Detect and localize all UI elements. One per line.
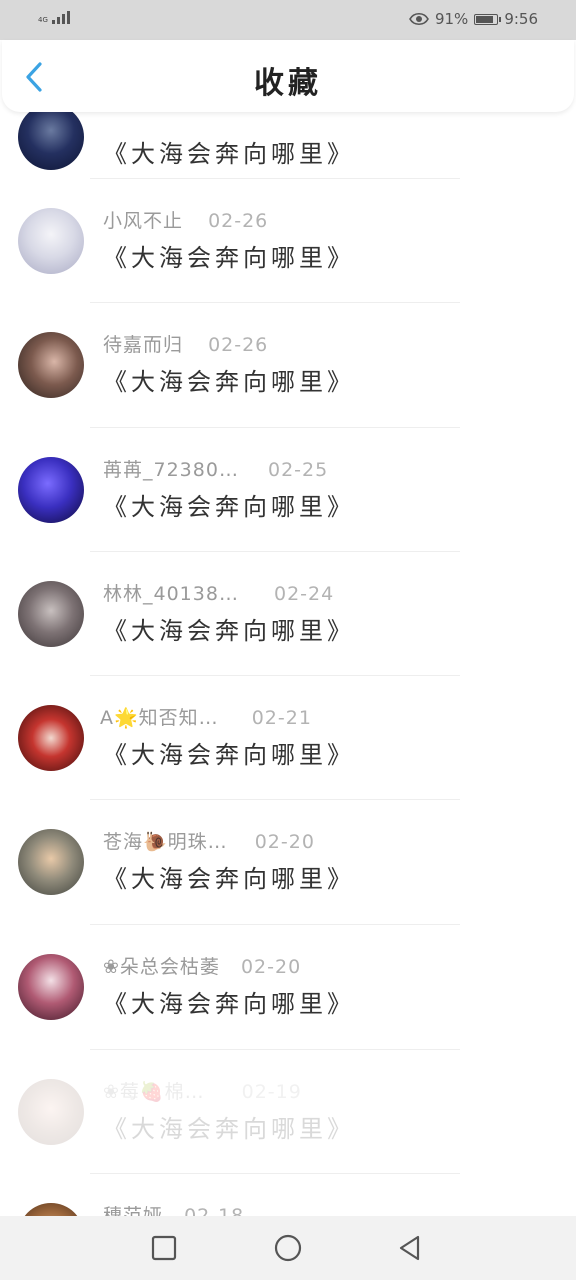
avatar[interactable] [18,705,84,771]
list-item[interactable]: 待嘉而归 02-26 《大海会奔向哪里》 [0,302,576,426]
post-title: 《大海会奔向哪里》 [103,617,355,645]
avatar[interactable] [18,829,84,895]
item-meta: ❀朵总会枯萎 02-20 [103,952,301,979]
signal-indicator: 4G [38,11,70,24]
avatar[interactable] [18,104,84,170]
signal-bar [66,11,70,24]
back-nav-button[interactable] [394,1232,426,1264]
item-meta: A🌟知否知… 02-21 [100,703,312,730]
favorites-list[interactable]: 《大海会奔向哪里》 小风不止 02-26 《大海会奔向哪里》 待嘉而归 02-2… [0,0,576,1216]
post-title: 《大海会奔向哪里》 [103,865,355,893]
triangle-back-icon [399,1235,420,1261]
post-title: 《大海会奔向哪里》 [103,493,355,521]
item-meta: ❀莓🍓棉… 02-19 [103,1077,302,1104]
post-date: 02-20 [240,956,302,978]
post-date: 02-24 [274,583,335,605]
author-name[interactable]: ❀朵总会枯萎 [103,952,220,979]
author-name[interactable]: 小风不止 [103,206,183,233]
author-name[interactable]: 苍海🐌明珠… [103,827,228,854]
post-date: 02-21 [251,707,312,729]
post-title: 《大海会奔向哪里》 [103,140,355,168]
recents-button[interactable] [148,1232,180,1264]
post-date: 02-26 [208,334,269,356]
eye-icon [409,12,429,26]
page-title: 收藏 [254,66,322,101]
list-item[interactable]: ❀莓🍓棉… 02-19 《大海会奔向哪里》 [0,1049,576,1173]
post-title: 《大海会奔向哪里》 [103,990,355,1018]
battery-icon [474,13,502,25]
item-meta: 待嘉而归 02-26 [103,330,268,357]
list-item[interactable]: ❀朵总会枯萎 02-20 《大海会奔向哪里》 [0,924,576,1048]
author-name[interactable]: 穗范娅 [103,1201,163,1216]
status-right: 91% 9:56 [409,10,538,28]
status-bar: 4G 91% 9:56 [0,0,576,40]
item-meta: 苍海🐌明珠… 02-20 [103,827,315,854]
post-title: 《大海会奔向哪里》 [103,244,355,272]
author-name[interactable]: 林林_40138… [103,579,239,606]
signal-bar [51,20,55,24]
item-meta: 小风不止 02-26 [103,206,268,233]
list-item[interactable]: 苍海🐌明珠… 02-20 《大海会奔向哪里》 [0,799,576,923]
network-type: 4G [38,16,48,24]
system-nav-bar [0,1216,576,1280]
post-date: 02-26 [208,210,269,232]
square-icon [151,1235,177,1261]
circle-icon [274,1234,302,1262]
author-name[interactable]: ❀莓🍓棉… [103,1077,205,1104]
clock: 9:56 [504,10,538,28]
header: 收藏 [2,40,574,112]
avatar[interactable] [18,581,84,647]
avatar[interactable] [18,208,84,274]
item-meta: 苒苒_72380… 02-25 [103,455,328,482]
author-name[interactable]: A🌟知否知… [100,703,219,730]
post-title: 《大海会奔向哪里》 [103,1115,355,1143]
list-item[interactable]: 林林_40138… 02-24 《大海会奔向哪里》 [0,551,576,675]
list-item[interactable]: 穗范娅 02-18 [0,1173,576,1216]
home-button[interactable] [272,1232,304,1264]
post-date: 02-19 [241,1081,302,1103]
battery-percent: 91% [434,10,469,28]
post-title: 《大海会奔向哪里》 [103,741,355,769]
post-date: 02-18 [184,1205,245,1216]
post-date: 02-20 [254,831,315,853]
avatar[interactable] [18,1079,84,1145]
item-meta: 林林_40138… 02-24 [103,579,334,606]
avatar[interactable] [18,1203,84,1216]
list-item[interactable]: 小风不止 02-26 《大海会奔向哪里》 [0,178,576,302]
avatar[interactable] [18,457,84,523]
item-meta: 穗范娅 02-18 [103,1201,244,1216]
post-date: 02-25 [268,459,329,481]
avatar[interactable] [18,954,84,1020]
signal-bar [61,14,65,24]
author-name[interactable]: 待嘉而归 [103,330,183,357]
battery-fill [476,15,494,23]
list-item[interactable]: A🌟知否知… 02-21 《大海会奔向哪里》 [0,675,576,799]
author-name[interactable]: 苒苒_72380… [103,455,239,482]
signal-bar [56,17,60,24]
post-title: 《大海会奔向哪里》 [103,368,355,396]
avatar[interactable] [18,332,84,398]
list-item[interactable]: 苒苒_72380… 02-25 《大海会奔向哪里》 [0,427,576,551]
